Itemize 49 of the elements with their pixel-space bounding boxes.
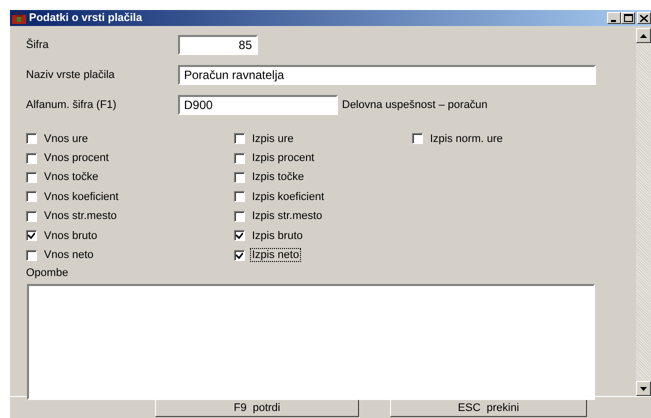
- checkbox-label[interactable]: Izpis ure: [250, 132, 296, 146]
- checkbox-label[interactable]: Vnos neto: [42, 248, 96, 262]
- checkbox-label[interactable]: Vnos točke: [42, 170, 100, 184]
- text-field[interactable]: 85: [178, 34, 258, 54]
- checkbox[interactable]: [26, 133, 37, 144]
- minimize-icon[interactable]: [607, 12, 621, 24]
- field-label: Alfanum. šifra (F1): [26, 98, 118, 110]
- checkbox[interactable]: [234, 172, 245, 183]
- checkbox-label[interactable]: Izpis bruto: [250, 228, 305, 243]
- checkbox-label[interactable]: Izpis norm. ure: [428, 132, 505, 146]
- checkbox-label[interactable]: Vnos koeficient: [42, 190, 121, 204]
- checkbox[interactable]: [26, 250, 37, 261]
- checkbox[interactable]: [26, 152, 37, 164]
- checkbox[interactable]: [234, 133, 245, 144]
- checkbox[interactable]: [26, 172, 37, 183]
- notes-field[interactable]: [27, 284, 595, 400]
- window-title: Podatki o vrsti plačila: [29, 12, 144, 24]
- checkbox-label[interactable]: Izpis procent: [250, 151, 316, 166]
- checkbox[interactable]: [26, 191, 37, 202]
- scroll-up-icon[interactable]: [636, 28, 651, 43]
- checkbox-label[interactable]: Vnos str.mesto: [42, 209, 119, 224]
- checkbox-label[interactable]: Izpis koeficient: [250, 190, 326, 204]
- checkbox[interactable]: [26, 210, 37, 222]
- briefcase-icon: [12, 12, 26, 24]
- close-icon[interactable]: [637, 12, 651, 24]
- action-button[interactable]: ESC prekini: [390, 399, 587, 417]
- checkbox-label[interactable]: Vnos bruto: [42, 228, 100, 243]
- scrollbar[interactable]: [636, 28, 651, 396]
- field-description: Delovna uspešnost – poračun: [342, 98, 488, 110]
- checkbox-label[interactable]: Izpis str.mesto: [250, 209, 324, 224]
- checkbox[interactable]: [234, 230, 245, 242]
- field-label: Šifra: [26, 38, 50, 50]
- checkbox-label[interactable]: Izpis neto: [250, 248, 302, 262]
- scroll-down-icon[interactable]: [636, 381, 651, 396]
- text-field[interactable]: Poračun ravnatelja: [178, 64, 596, 84]
- checkbox-label[interactable]: Vnos procent: [42, 151, 111, 166]
- checkbox-label[interactable]: Vnos ure: [42, 132, 90, 146]
- maximize-icon[interactable]: [621, 12, 635, 24]
- checkbox[interactable]: [26, 230, 37, 242]
- field-label: Naziv vrste plačila: [26, 68, 116, 80]
- checkbox[interactable]: [412, 133, 423, 144]
- text-field[interactable]: D900: [178, 94, 338, 114]
- action-button[interactable]: F9 potrdi: [155, 399, 359, 417]
- checkbox-label[interactable]: Izpis točke: [250, 170, 306, 184]
- notes-label: Opombe: [26, 266, 70, 281]
- checkbox[interactable]: [234, 210, 245, 222]
- checkbox[interactable]: [234, 152, 245, 164]
- checkbox[interactable]: [234, 191, 245, 202]
- checkbox[interactable]: [234, 250, 245, 261]
